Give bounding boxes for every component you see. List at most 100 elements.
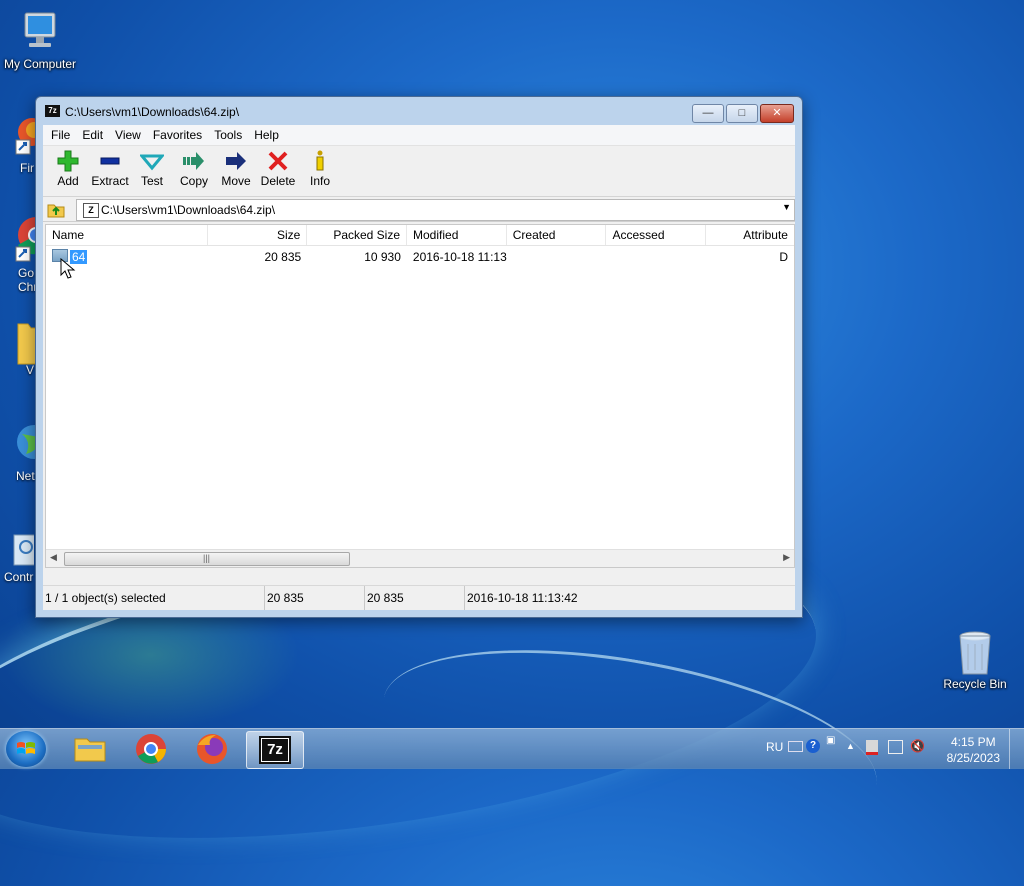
start-button[interactable]	[6, 731, 46, 767]
cell-size: 20 835	[264, 250, 302, 264]
extract-button[interactable]: Extract	[89, 146, 131, 196]
volume-muted-icon[interactable]: 🔇	[910, 739, 925, 753]
menu-file[interactable]: File	[45, 128, 76, 142]
taskbar-firefox[interactable]	[184, 731, 240, 767]
address-path: C:\Users\vm1\Downloads\64.zip\	[101, 203, 276, 217]
mouse-cursor-icon	[60, 258, 76, 279]
computer-icon	[18, 10, 62, 54]
minus-icon	[98, 150, 122, 172]
add-label: Add	[57, 174, 79, 188]
cell-modified: 2016-10-18 11:13	[412, 250, 507, 264]
menu-help[interactable]: Help	[248, 128, 285, 142]
copy-label: Copy	[179, 174, 208, 188]
status-selection: 1 / 1 object(s) selected	[43, 586, 265, 610]
list-headers: Name Size Packed Size Modified Created A…	[46, 225, 794, 246]
horizontal-scrollbar[interactable]: ◀ ||| ▶	[46, 549, 794, 567]
toolbar: Add Extract Test Copy Move Delete Info	[43, 146, 795, 197]
network-icon[interactable]	[888, 740, 903, 754]
control-panel-icon	[13, 534, 37, 566]
copy-arrow-icon	[182, 150, 206, 172]
desktop-icon-control-panel-partial[interactable]: Contr	[4, 533, 37, 584]
file-list[interactable]: Name Size Packed Size Modified Created A…	[45, 224, 795, 568]
copy-button[interactable]: Copy	[173, 146, 215, 196]
desktop-icon-label: Recycle Bin	[943, 677, 1007, 691]
desktop-icon-label: My Computer	[3, 57, 77, 71]
info-button[interactable]: Info	[299, 146, 341, 196]
minimize-button[interactable]: —	[692, 104, 724, 123]
scroll-thumb[interactable]: |||	[64, 552, 350, 566]
desktop-icon-my-computer[interactable]: My Computer	[0, 10, 80, 71]
folder-up-button[interactable]	[47, 200, 65, 218]
window-client: File Edit View Favorites Tools Help Add …	[43, 125, 795, 610]
window-title: C:\Users\vm1\Downloads\64.zip\	[65, 105, 240, 119]
column-header-attributes[interactable]: Attribute	[706, 225, 794, 245]
firefox-icon	[197, 734, 227, 764]
menu-bar: File Edit View Favorites Tools Help	[43, 125, 795, 146]
move-label: Move	[221, 174, 251, 188]
scroll-right-icon[interactable]: ▶	[783, 552, 790, 563]
zip-archive-icon: Z	[83, 203, 99, 218]
clock-time: 4:15 PM	[950, 735, 996, 749]
chevron-down-icon[interactable]: ▼	[782, 202, 791, 212]
close-icon: ✕	[772, 107, 782, 119]
desktop-icon-label: Contr	[4, 570, 34, 584]
delete-button[interactable]: Delete	[257, 146, 299, 196]
menu-favorites[interactable]: Favorites	[147, 128, 208, 142]
taskbar-explorer[interactable]	[62, 731, 118, 767]
status-packed: 20 835	[365, 586, 465, 610]
taskbar: 7z RU ? ▣ ▲ 🔇 4:15 PM 8/25/2023	[0, 728, 1024, 769]
show-desktop-button[interactable]	[1009, 729, 1024, 769]
menu-edit[interactable]: Edit	[76, 128, 109, 142]
column-header-size[interactable]: Size	[208, 225, 308, 245]
extract-label: Extract	[91, 174, 129, 188]
desktop-icon-recycle-bin[interactable]: Recycle Bin	[935, 630, 1015, 691]
7zip-window: 7z C:\Users\vm1\Downloads\64.zip\ — □ ✕ …	[35, 96, 803, 618]
clock-date: 8/25/2023	[946, 751, 1000, 765]
delete-label: Delete	[260, 174, 296, 188]
table-row[interactable]: 64 20 835 10 930 2016-10-18 11:13 D	[46, 247, 794, 267]
folder-up-icon	[47, 204, 65, 218]
help-icon[interactable]: ?	[806, 739, 820, 753]
menu-tools[interactable]: Tools	[208, 128, 248, 142]
grip-icon: |||	[203, 553, 211, 563]
chrome-icon	[136, 734, 166, 764]
column-header-created[interactable]: Created	[507, 225, 607, 245]
address-bar: Z C:\Users\vm1\Downloads\64.zip\ ▼	[43, 197, 795, 222]
clock[interactable]: 4:15 PM 8/25/2023	[947, 734, 1000, 766]
column-header-accessed[interactable]: Accessed	[606, 225, 707, 245]
move-arrow-icon	[224, 150, 248, 172]
chevron-up-icon[interactable]: ▲	[846, 741, 855, 751]
move-button[interactable]: Move	[215, 146, 257, 196]
explorer-icon	[74, 738, 106, 762]
cell-packed-size: 10 930	[364, 250, 401, 264]
cell-accessed	[607, 247, 707, 267]
test-button[interactable]: Test	[131, 146, 173, 196]
check-icon	[138, 150, 166, 172]
info-icon	[308, 150, 332, 172]
7zip-app-icon: 7z	[45, 105, 60, 117]
taskbar-7zip[interactable]: 7z	[246, 731, 304, 769]
address-field[interactable]: Z C:\Users\vm1\Downloads\64.zip\ ▼	[76, 199, 795, 221]
action-center-flag-icon[interactable]	[866, 740, 878, 755]
add-button[interactable]: Add	[47, 146, 89, 196]
language-indicator[interactable]: RU	[766, 740, 783, 754]
column-header-modified[interactable]: Modified	[407, 225, 507, 245]
windows-start-icon	[17, 742, 35, 754]
menu-view[interactable]: View	[109, 128, 147, 142]
taskbar-7zip-label: 7z	[267, 741, 283, 758]
column-header-name[interactable]: Name	[46, 225, 208, 245]
column-header-packed-size[interactable]: Packed Size	[307, 225, 408, 245]
system-tray: RU ? ▣ ▲ 🔇 4:15 PM 8/25/2023	[754, 729, 1024, 769]
test-label: Test	[140, 174, 163, 188]
delete-x-icon	[266, 150, 290, 172]
close-button[interactable]: ✕	[760, 104, 794, 123]
status-bar: 1 / 1 object(s) selected 20 835 20 835 2…	[43, 585, 795, 610]
recycle-bin-icon	[953, 630, 997, 675]
window-titlebar[interactable]: 7z C:\Users\vm1\Downloads\64.zip\ — □ ✕	[36, 97, 802, 125]
maximize-button[interactable]: □	[726, 104, 758, 123]
taskbar-chrome[interactable]	[123, 731, 179, 767]
scroll-left-icon[interactable]: ◀	[50, 552, 57, 563]
plus-icon	[56, 150, 80, 172]
keyboard-icon[interactable]	[788, 741, 803, 752]
restore-icon[interactable]: ▣	[826, 735, 835, 746]
